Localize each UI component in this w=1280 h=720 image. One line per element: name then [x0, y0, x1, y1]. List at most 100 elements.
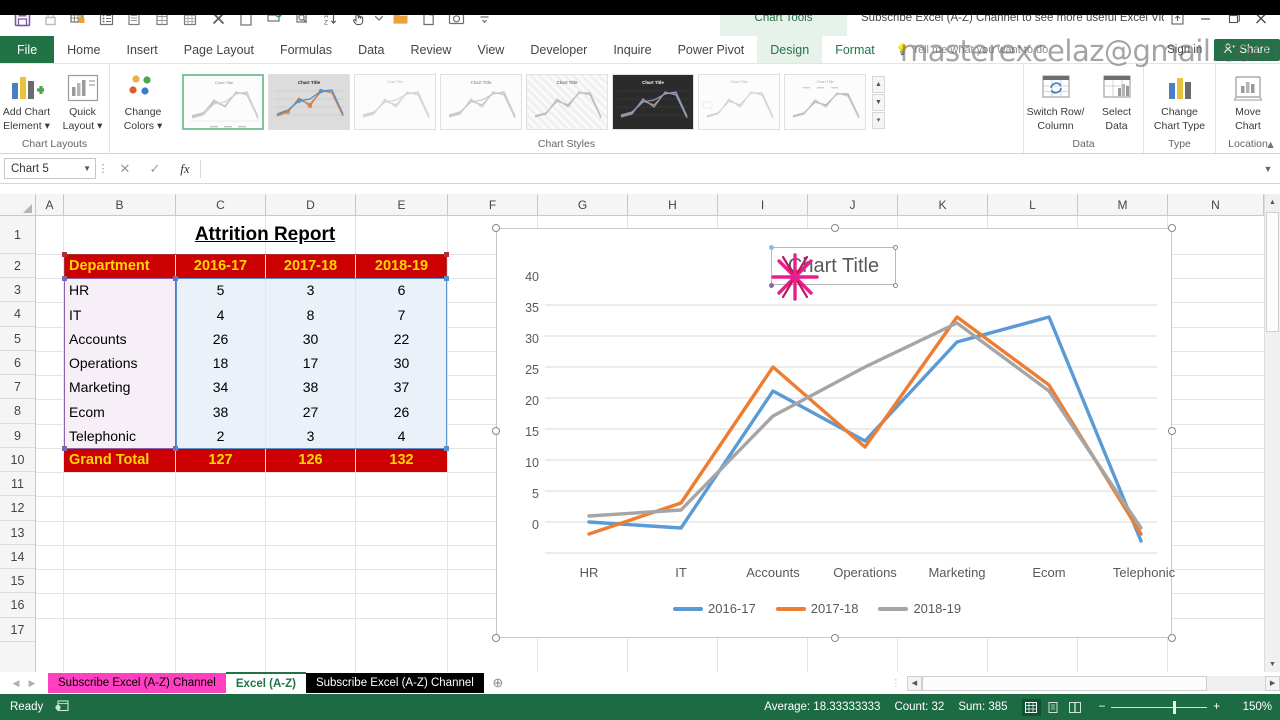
- row-header-1[interactable]: 1: [0, 216, 35, 254]
- row-header-6[interactable]: 6: [0, 351, 35, 375]
- table-cell[interactable]: 8: [266, 302, 355, 327]
- table-cell[interactable]: 3: [266, 424, 355, 448]
- chart-object[interactable]: Chart Title 0 5 10 15 20 25 30 35 40 HR …: [492, 224, 1176, 642]
- row-header-9[interactable]: 9: [0, 424, 35, 448]
- enter-icon[interactable]: ✓: [140, 158, 170, 180]
- tab-view[interactable]: View: [464, 36, 517, 63]
- name-box-dropdown-icon[interactable]: ▼: [83, 164, 91, 173]
- column-header-D[interactable]: D: [266, 194, 356, 215]
- sign-in-button[interactable]: Sign in: [1159, 36, 1210, 63]
- page-break-view-icon[interactable]: [1066, 699, 1085, 716]
- row-header-13[interactable]: 13: [0, 521, 35, 545]
- zoom-slider[interactable]: − +: [1099, 700, 1220, 714]
- chart-resize-handle-ne[interactable]: [1168, 224, 1176, 232]
- chart-legend[interactable]: 2016-17 2017-18 2018-19: [673, 601, 961, 616]
- table-cell[interactable]: 18: [176, 351, 265, 375]
- table-cell[interactable]: 38: [176, 399, 265, 424]
- normal-view-icon[interactable]: [1021, 698, 1041, 716]
- row-header-15[interactable]: 15: [0, 569, 35, 593]
- change-chart-type-button[interactable]: Change Chart Type: [1147, 68, 1213, 133]
- grand-total-label[interactable]: Grand Total: [64, 448, 175, 472]
- table-cell[interactable]: 3: [266, 278, 355, 302]
- row-header-8[interactable]: 8: [0, 399, 35, 424]
- horizontal-scroll-grip[interactable]: ⋮: [885, 678, 907, 689]
- column-header-C[interactable]: C: [176, 194, 266, 215]
- table-row[interactable]: Telephonic: [64, 424, 175, 448]
- row-header-17[interactable]: 17: [0, 618, 35, 642]
- table-cell[interactable]: 6: [356, 278, 447, 302]
- column-header-K[interactable]: K: [898, 194, 988, 215]
- switch-row-column-button[interactable]: Switch Row/ Column: [1023, 68, 1089, 133]
- table-header-2017-18[interactable]: 2017-18: [266, 254, 355, 278]
- vertical-scroll-thumb[interactable]: [1266, 212, 1279, 332]
- vertical-scrollbar[interactable]: ▲ ▼: [1264, 194, 1280, 672]
- column-header-M[interactable]: M: [1078, 194, 1168, 215]
- table-cell[interactable]: 38: [266, 375, 355, 399]
- column-header-N[interactable]: N: [1168, 194, 1264, 215]
- formula-bar-grip[interactable]: ⋮: [96, 162, 110, 175]
- select-all-corner[interactable]: [0, 194, 36, 215]
- scroll-right-button[interactable]: ▶: [1265, 675, 1280, 691]
- column-header-B[interactable]: B: [64, 194, 176, 215]
- tab-review[interactable]: Review: [397, 36, 464, 63]
- legend-item-2017-18[interactable]: 2017-18: [775, 601, 858, 616]
- table-cell[interactable]: 26: [176, 327, 265, 351]
- horizontal-scroll-track[interactable]: [921, 675, 1266, 691]
- zoom-out-icon[interactable]: −: [1099, 701, 1106, 713]
- tab-design[interactable]: Design: [757, 36, 823, 63]
- row-header-4[interactable]: 4: [0, 302, 35, 327]
- grand-total-2017-18[interactable]: 126: [266, 448, 355, 472]
- table-row[interactable]: Operations: [64, 351, 175, 375]
- legend-item-2016-17[interactable]: 2016-17: [673, 601, 756, 616]
- tab-power-pivot[interactable]: Power Pivot: [665, 36, 758, 63]
- horizontal-scrollbar[interactable]: ◀ ▶: [906, 675, 1280, 691]
- column-header-I[interactable]: I: [718, 194, 808, 215]
- row-header-7[interactable]: 7: [0, 375, 35, 399]
- status-average[interactable]: Average: 18.33333333: [764, 701, 880, 713]
- table-row[interactable]: Accounts: [64, 327, 175, 351]
- row-header-10[interactable]: 10: [0, 448, 35, 472]
- tab-file[interactable]: File: [0, 36, 55, 63]
- tab-formulas[interactable]: Formulas: [267, 36, 345, 63]
- table-cell[interactable]: 27: [266, 399, 355, 424]
- status-sum[interactable]: Sum: 385: [958, 701, 1007, 713]
- record-macro-icon[interactable]: [55, 699, 69, 715]
- table-header-department[interactable]: Department: [64, 254, 175, 278]
- table-cell[interactable]: 17: [266, 351, 355, 375]
- zoom-track[interactable]: [1111, 700, 1208, 714]
- chart-resize-handle-e[interactable]: [1168, 427, 1176, 435]
- chart-title-handle[interactable]: [893, 245, 898, 250]
- row-header-11[interactable]: 11: [0, 472, 35, 496]
- tell-me-box[interactable]: 💡 Tell me what you want to do: [888, 36, 1056, 63]
- zoom-level[interactable]: 150%: [1234, 701, 1272, 713]
- table-cell[interactable]: 30: [356, 351, 447, 375]
- report-title-cell[interactable]: Attrition Report: [63, 216, 467, 254]
- tab-data[interactable]: Data: [345, 36, 397, 63]
- select-data-button[interactable]: Select Data: [1089, 68, 1145, 133]
- formula-input[interactable]: [201, 158, 1260, 179]
- gallery-scroll-down-button[interactable]: ▼: [872, 93, 885, 111]
- row-header-5[interactable]: 5: [0, 327, 35, 351]
- chart-resize-handle-s[interactable]: [831, 634, 839, 642]
- table-header-2018-19[interactable]: 2018-19: [356, 254, 447, 278]
- name-box[interactable]: Chart 5 ▼: [4, 158, 96, 179]
- chart-resize-handle-sw[interactable]: [492, 634, 500, 642]
- grand-total-2018-19[interactable]: 132: [356, 448, 447, 472]
- chart-resize-handle-se[interactable]: [1168, 634, 1176, 642]
- scroll-up-button[interactable]: ▲: [1265, 194, 1280, 210]
- sheet-tab-2[interactable]: Excel (A-Z): [225, 672, 306, 694]
- table-cell[interactable]: 4: [356, 424, 447, 448]
- move-chart-button[interactable]: Move Chart: [1220, 68, 1276, 133]
- chart-style-thumb-3[interactable]: Chart Title: [354, 74, 436, 130]
- table-cell[interactable]: 2: [176, 424, 265, 448]
- chart-title-handle[interactable]: [769, 283, 774, 288]
- chart-resize-handle-nw[interactable]: [492, 224, 500, 232]
- scroll-down-button[interactable]: ▼: [1265, 656, 1280, 672]
- table-row[interactable]: Marketing: [64, 375, 175, 399]
- tab-insert[interactable]: Insert: [114, 36, 171, 63]
- status-count[interactable]: Count: 32: [894, 701, 944, 713]
- add-chart-element-button[interactable]: Add Chart Element ▾: [0, 68, 55, 133]
- chart-title-handle[interactable]: [769, 245, 774, 250]
- scroll-left-button[interactable]: ◀: [906, 675, 922, 691]
- zoom-in-icon[interactable]: +: [1213, 701, 1220, 713]
